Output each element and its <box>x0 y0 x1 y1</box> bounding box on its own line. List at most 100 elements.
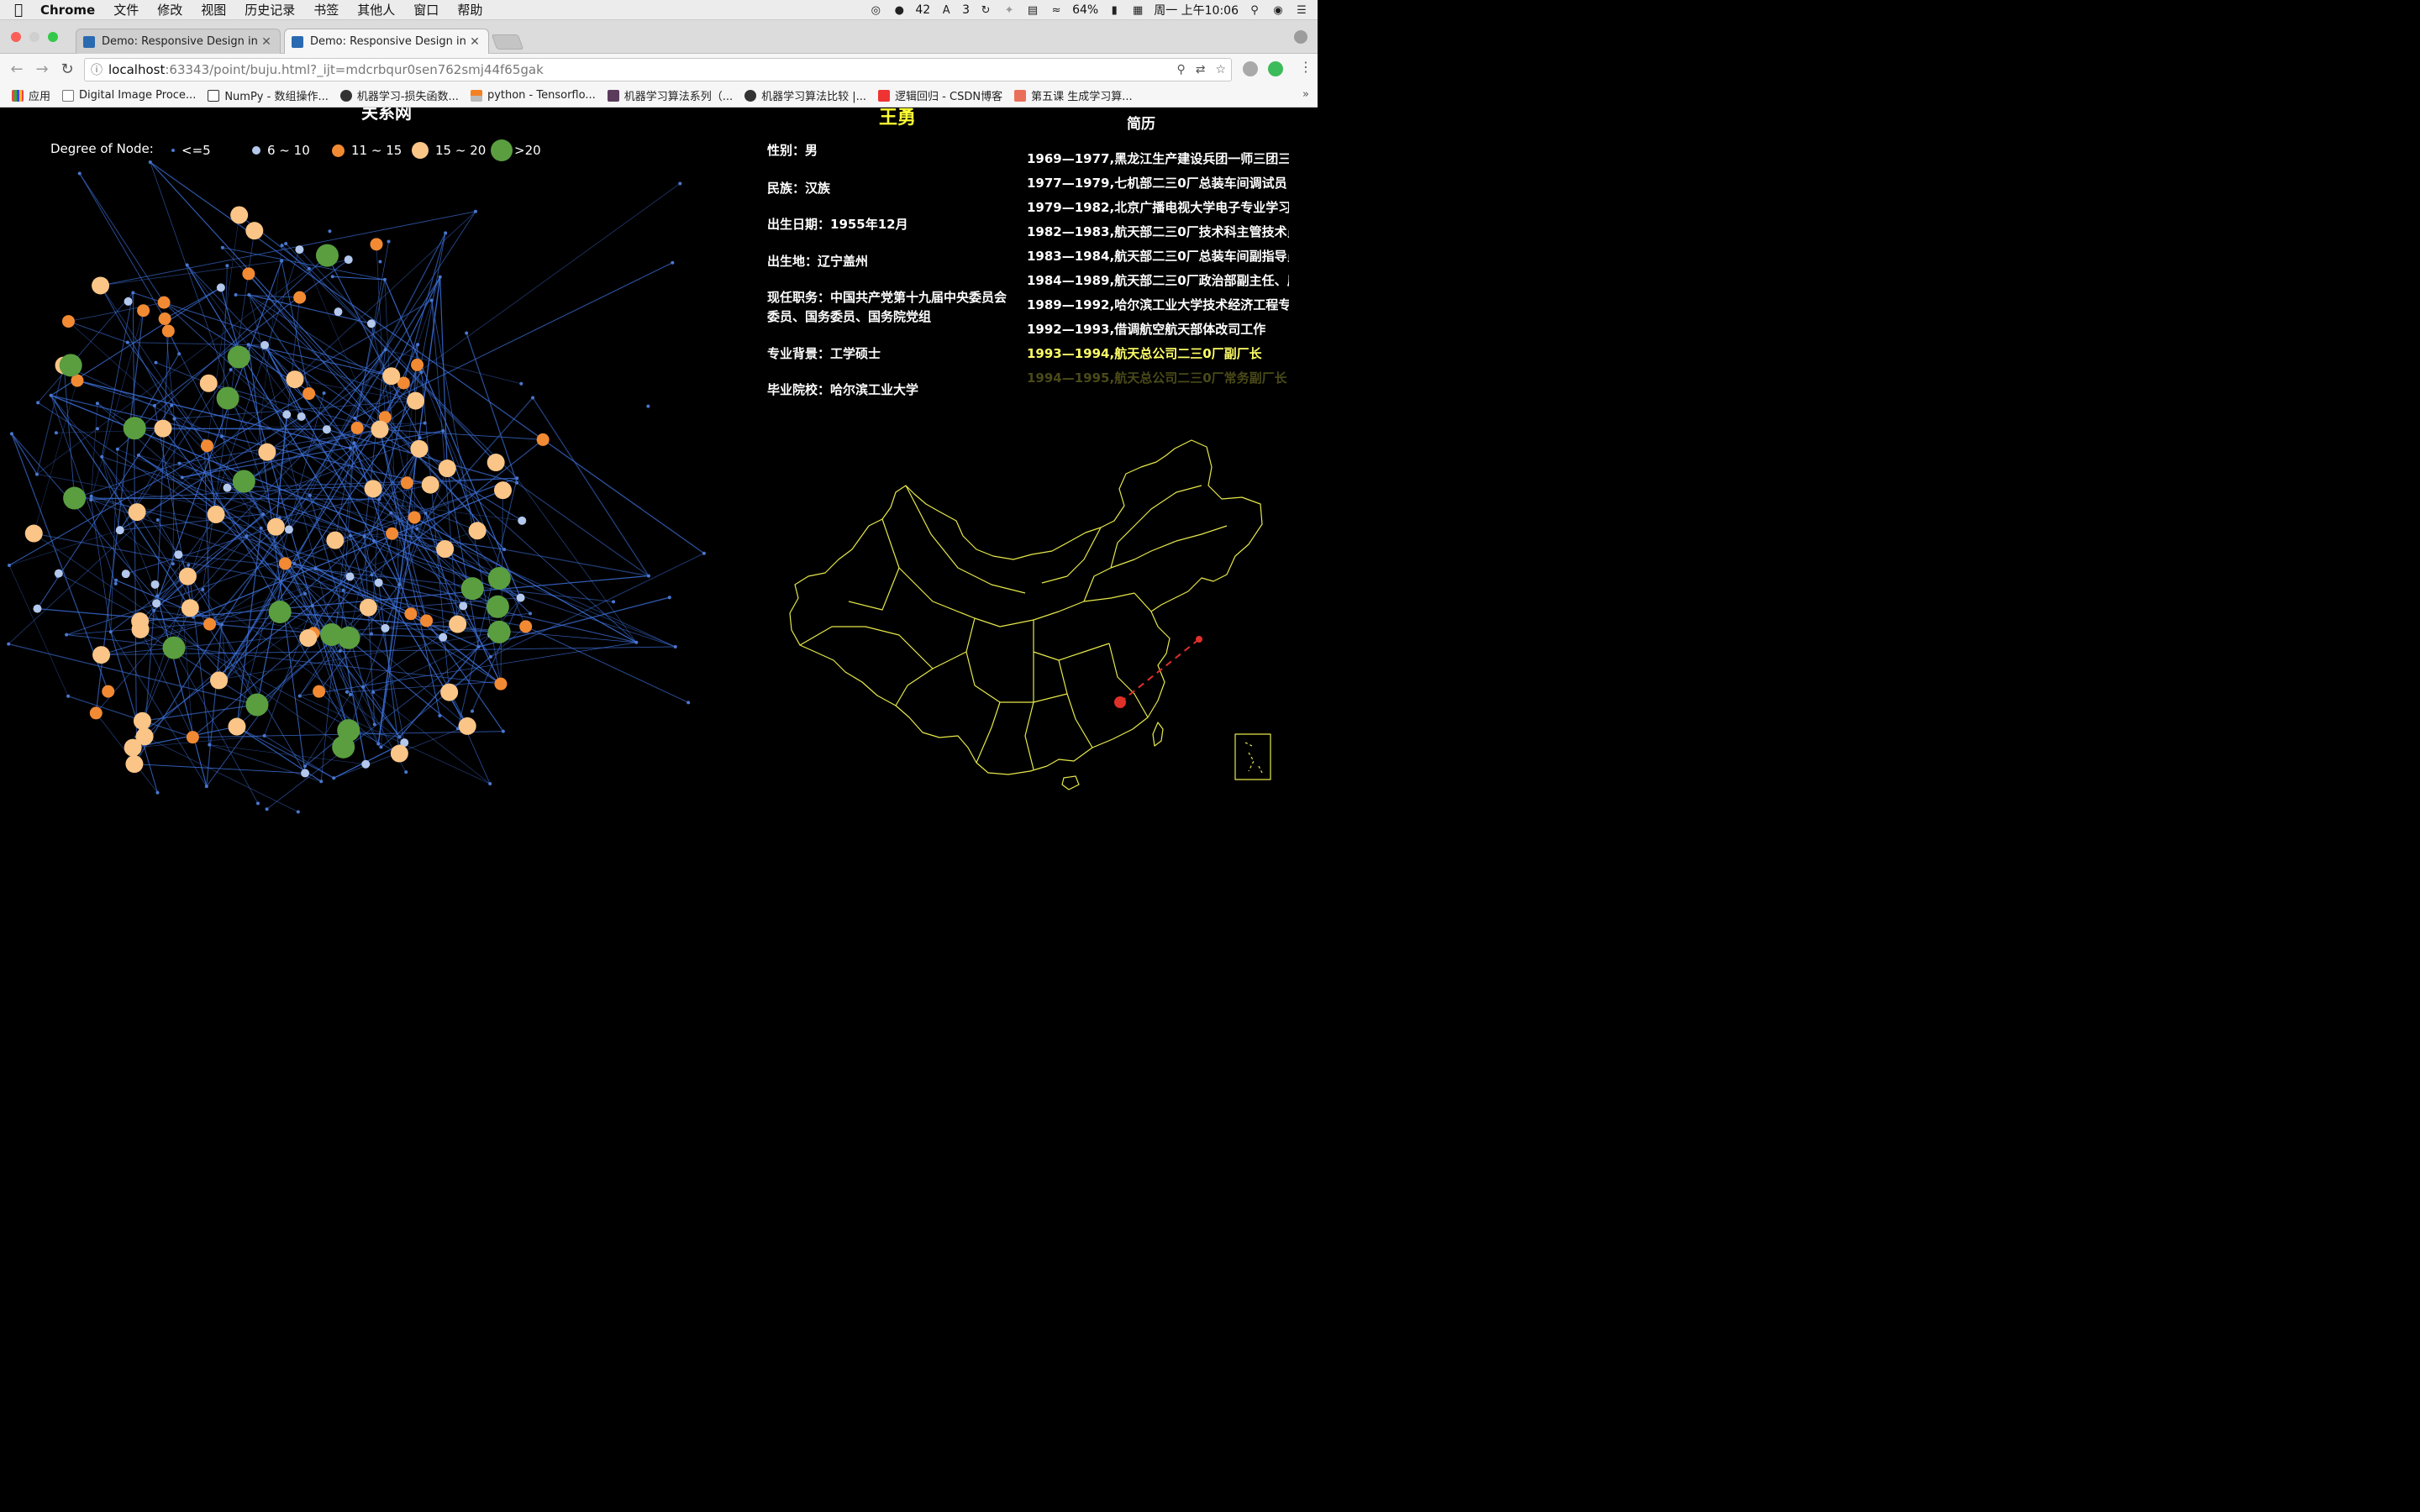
bookmark-numpy[interactable]: NumPy - 数组操作... <box>202 87 334 103</box>
close-window-button[interactable] <box>11 32 21 42</box>
network-edge <box>79 173 166 319</box>
more-bookmarks-icon[interactable]: » <box>1302 88 1309 101</box>
network-node <box>9 432 13 436</box>
translate-icon[interactable]: ⇄ <box>1196 63 1206 76</box>
wechat-icon[interactable]: ● <box>892 3 907 18</box>
menu-app-name[interactable]: Chrome <box>37 3 104 18</box>
network-node <box>424 511 428 515</box>
menu-history[interactable]: 历史记录 <box>235 1 304 18</box>
network-node <box>471 709 475 713</box>
network-node <box>162 636 186 659</box>
profile-position-cont: 委员、国务委员、国务院党组 <box>767 309 932 324</box>
info-icon[interactable]: ⓘ <box>85 61 108 78</box>
network-node <box>219 622 224 627</box>
harbin-marker <box>1196 636 1202 643</box>
address-bar[interactable]: ⓘ localhost :63343/point/buju.html?_ijt=… <box>84 58 1232 81</box>
input-method-icon[interactable]: ▦ <box>1130 3 1145 18</box>
network-node <box>438 275 442 279</box>
menu-edit[interactable]: 修改 <box>148 1 192 18</box>
siri-icon[interactable]: ◉ <box>1270 3 1286 18</box>
menu-file[interactable]: 文件 <box>104 1 148 18</box>
bookmark-digital-image[interactable]: Digital Image Proce... <box>56 89 202 102</box>
network-edge <box>33 381 78 534</box>
tab-1[interactable]: Demo: Responsive Design in 3 ✕ <box>76 29 281 54</box>
network-node <box>208 743 212 747</box>
wifi-icon[interactable]: ≈ <box>1049 3 1064 18</box>
jianshu-icon <box>1014 89 1027 102</box>
network-node <box>678 181 682 186</box>
back-arrow-icon[interactable]: ← <box>4 60 29 78</box>
maximize-window-button[interactable] <box>48 32 58 42</box>
tab-2-active[interactable]: Demo: Responsive Design in 3 ✕ <box>284 29 489 54</box>
network-node <box>157 296 171 309</box>
network-node <box>369 632 373 636</box>
bluetooth-icon[interactable]: ✦ <box>1002 3 1017 18</box>
sync-icon[interactable]: ↻ <box>978 3 993 18</box>
network-node <box>245 222 264 240</box>
legend-item-label: >20 <box>514 143 541 158</box>
reload-icon[interactable]: ↻ <box>55 60 80 78</box>
network-node <box>359 598 377 617</box>
apple-icon[interactable]:  <box>0 2 37 18</box>
bookmark-tensorflow[interactable]: python - Tensorflo... <box>465 89 602 102</box>
adobe-icon[interactable]: A <box>939 3 954 18</box>
network-node <box>673 644 677 648</box>
network-node <box>293 291 307 304</box>
extension-sync-icon[interactable] <box>1268 61 1283 76</box>
network-node <box>518 516 527 525</box>
network-node <box>203 617 217 631</box>
status-area: ◎ ● 42 A 3 ↻ ✦ ▤ ≈ 64% ▮ ▦ 周一 上午10:06 ⚲ … <box>868 0 1309 20</box>
profile-icon[interactable] <box>1294 30 1307 44</box>
network-node <box>416 343 420 347</box>
keyboard-icon[interactable]: ▤ <box>1025 3 1040 18</box>
menu-window[interactable]: 窗口 <box>404 1 448 18</box>
minimize-window-button[interactable] <box>29 32 39 42</box>
search-circle-icon[interactable]: ◎ <box>868 3 883 18</box>
menu-people[interactable]: 其他人 <box>348 1 404 18</box>
menu-view[interactable]: 视图 <box>192 1 235 18</box>
network-node <box>33 604 42 613</box>
menu-bookmarks[interactable]: 书签 <box>304 1 348 18</box>
bookmark-star-icon[interactable]: ☆ <box>1215 63 1226 76</box>
zoom-icon[interactable]: ⚲ <box>1176 63 1185 76</box>
network-node <box>286 370 304 389</box>
bookmark-ml-compare[interactable]: 机器学习算法比较 |... <box>739 87 872 103</box>
network-node <box>245 693 269 717</box>
network-node <box>350 421 364 434</box>
menu-help[interactable]: 帮助 <box>448 1 492 18</box>
network-node <box>36 401 40 405</box>
network-edge <box>226 574 372 679</box>
datetime[interactable]: 周一 上午10:06 <box>1154 2 1239 18</box>
network-edge <box>37 292 134 403</box>
chrome-menu-icon[interactable]: ⋮ <box>1299 59 1313 75</box>
network-node <box>302 387 316 401</box>
extension-globe-icon[interactable] <box>1243 61 1258 76</box>
bookmark-ml-series[interactable]: 机器学习算法系列（... <box>602 87 739 103</box>
network-node <box>302 764 307 769</box>
network-node <box>61 315 75 328</box>
bookmark-csdn[interactable]: 逻辑回归 - CSDN博客 <box>872 87 1008 103</box>
network-node <box>216 386 239 410</box>
new-tab-button[interactable] <box>491 34 524 50</box>
network-node <box>322 391 326 395</box>
battery-icon[interactable]: ▮ <box>1107 3 1122 18</box>
network-node <box>345 690 349 694</box>
china-map[interactable] <box>781 433 1286 795</box>
forward-arrow-icon[interactable]: → <box>29 60 55 78</box>
bookmark-lesson5[interactable]: 第五课 生成学习算... <box>1008 87 1139 103</box>
spotlight-icon[interactable]: ⚲ <box>1247 3 1262 18</box>
bookmark-ml-loss[interactable]: 机器学习-损失函数... <box>334 87 465 103</box>
network-node <box>7 642 11 646</box>
network-node <box>278 557 292 570</box>
relationship-network-graph[interactable] <box>0 108 731 823</box>
resume-list[interactable]: 1969—1977,黑龙江生产建设兵团一师三团三 1977—1979,七机部二三… <box>1027 148 1289 400</box>
notification-center-icon[interactable]: ☰ <box>1294 3 1309 18</box>
close-icon[interactable]: ✕ <box>468 35 481 49</box>
profile-birth-date: 出生日期：1955年12月 <box>767 217 908 232</box>
network-node <box>334 307 343 317</box>
close-icon[interactable]: ✕ <box>260 35 273 49</box>
legend-item-label: 6 ~ 10 <box>267 143 310 158</box>
network-node <box>92 646 111 664</box>
network-node <box>158 312 171 326</box>
bookmark-apps[interactable]: 应用 <box>0 87 56 103</box>
